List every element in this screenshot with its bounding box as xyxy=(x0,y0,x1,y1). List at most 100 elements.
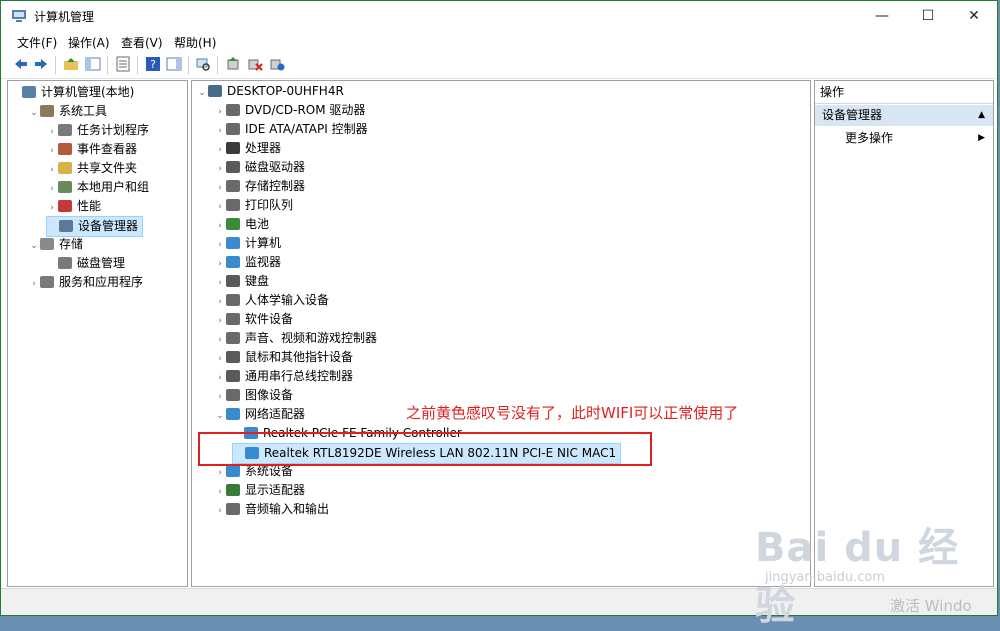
device-tree-label: 显示适配器 xyxy=(245,483,306,497)
scan-hardware-icon[interactable] xyxy=(195,56,211,72)
battery-icon xyxy=(226,218,240,230)
toolbar: ? xyxy=(1,52,997,79)
nav-tree-row[interactable]: 磁盘管理 xyxy=(46,254,125,273)
navigation-tree-pane[interactable]: 计算机管理(本地) ⌄ 系统工具 › 任务计划程序 › 事件查看器 › 共享文件夹 › 本地用户和组… xyxy=(7,80,188,587)
keyboard-icon xyxy=(226,275,240,287)
forward-arrow-icon[interactable] xyxy=(33,56,49,72)
computer-management-icon xyxy=(12,10,26,22)
monitor-icon xyxy=(226,237,240,249)
device-tree-row[interactable]: › DVD/CD-ROM 驱动器 xyxy=(214,101,365,120)
hid-icon xyxy=(226,294,240,306)
device-tree-row[interactable]: › IDE ATA/ATAPI 控制器 xyxy=(214,120,368,139)
device-tree-label: 磁盘驱动器 xyxy=(245,160,306,174)
device-tree-row[interactable]: › 打印队列 xyxy=(214,196,293,215)
toolbar-separator xyxy=(107,56,108,74)
menu-view[interactable]: 查看(V) xyxy=(121,34,163,51)
device-tree-label: 电池 xyxy=(245,217,270,231)
actions-section-device-manager[interactable]: 设备管理器 ▲ xyxy=(815,105,993,126)
maximize-button[interactable]: ☐ xyxy=(905,1,951,31)
toolbar-separator xyxy=(55,56,56,74)
device-tree-row[interactable]: › 通用串行总线控制器 xyxy=(214,367,353,386)
users-icon xyxy=(58,181,72,193)
device-tree-label: 图像设备 xyxy=(245,388,294,402)
device-tree-row[interactable]: ⌄ 网络适配器 xyxy=(214,405,305,424)
audio-icon xyxy=(226,503,240,515)
device-manager-icon xyxy=(59,220,73,232)
close-button[interactable]: ✕ xyxy=(951,1,997,31)
expanded-chevron-icon[interactable]: ⌄ xyxy=(28,237,40,256)
collapse-up-icon[interactable]: ▲ xyxy=(978,105,985,126)
device-tree-row[interactable]: › 人体学输入设备 xyxy=(214,291,329,310)
device-tree-pane[interactable]: ⌄ DESKTOP-0UHFH4R › DVD/CD-ROM 驱动器 › IDE ATA/… xyxy=(191,80,811,587)
device-tree-row[interactable]: › 声音、视频和游戏控制器 xyxy=(214,329,377,348)
expanded-chevron-icon[interactable]: ⌄ xyxy=(28,104,40,123)
device-tree-row[interactable]: › 图像设备 xyxy=(214,386,293,405)
activate-windows-watermark: 激活 Windo xyxy=(890,597,972,615)
device-tree-label: DESKTOP-0UHFH4R xyxy=(227,84,344,98)
device-tree-label: 网络适配器 xyxy=(245,407,306,421)
action-pane-icon[interactable] xyxy=(166,56,182,72)
nav-tree-label: 系统工具 xyxy=(59,104,108,118)
nav-tree-label: 共享文件夹 xyxy=(77,161,138,175)
nav-tree-label: 计算机管理(本地) xyxy=(41,85,135,99)
nav-tree-row[interactable]: › 性能 xyxy=(46,197,101,216)
submenu-right-icon: ▶ xyxy=(978,133,985,143)
nav-tree-label: 磁盘管理 xyxy=(77,256,126,270)
nav-tree-row[interactable]: › 事件查看器 xyxy=(46,140,137,159)
nav-tree-row[interactable]: › 任务计划程序 xyxy=(46,121,149,140)
device-tree-label: 音频输入和输出 xyxy=(245,502,330,516)
camera-icon xyxy=(226,389,240,401)
device-tree-row[interactable]: › 键盘 xyxy=(214,272,269,291)
device-tree-row[interactable]: › 磁盘驱动器 xyxy=(214,158,305,177)
nav-tree-row[interactable]: › 本地用户和组 xyxy=(46,178,149,197)
properties-icon[interactable] xyxy=(115,56,131,72)
device-tree-label: 打印队列 xyxy=(245,198,294,212)
nav-tree-row[interactable]: › 服务和应用程序 xyxy=(28,273,143,292)
nav-tree-row[interactable]: 设备管理器 xyxy=(46,216,144,237)
toolbar-separator xyxy=(137,56,138,74)
device-tree-label: 软件设备 xyxy=(245,312,294,326)
storage-controller-icon xyxy=(226,180,240,192)
uninstall-device-icon[interactable] xyxy=(247,56,263,72)
device-tree-row[interactable]: › 鼠标和其他指针设备 xyxy=(214,348,353,367)
device-tree-row[interactable]: › 计算机 xyxy=(214,234,281,253)
title-bar: 计算机管理 — ☐ ✕ xyxy=(1,1,997,31)
device-tree-row[interactable]: ⌄ DESKTOP-0UHFH4R xyxy=(196,82,344,101)
storage-icon xyxy=(40,238,54,250)
minimize-button[interactable]: — xyxy=(859,1,905,31)
more-actions-item[interactable]: 更多操作 ▶ xyxy=(815,128,993,148)
collapsed-chevron-icon[interactable]: › xyxy=(214,502,226,521)
help-icon[interactable]: ? xyxy=(145,56,161,72)
show-hide-tree-icon[interactable] xyxy=(85,56,101,72)
expanded-chevron-icon[interactable]: ⌄ xyxy=(196,84,208,103)
back-arrow-icon[interactable] xyxy=(13,56,29,72)
nav-tree-row[interactable]: › 共享文件夹 xyxy=(46,159,137,178)
display-icon xyxy=(226,256,240,268)
disk-drive-icon xyxy=(226,161,240,173)
device-tree-row[interactable]: › 软件设备 xyxy=(214,310,293,329)
nav-tree-row[interactable]: 计算机管理(本地) xyxy=(10,83,134,102)
menu-file[interactable]: 文件(F) xyxy=(17,34,57,51)
software-device-icon xyxy=(226,313,240,325)
toolbar-separator xyxy=(217,56,218,74)
more-actions-label: 更多操作 xyxy=(845,131,894,145)
device-tree-row[interactable]: › 显示适配器 xyxy=(214,481,305,500)
nav-tree-label: 设备管理器 xyxy=(78,219,139,233)
nav-tree-row[interactable]: ⌄ 存储 xyxy=(28,235,83,254)
update-driver-icon[interactable] xyxy=(225,56,241,72)
device-tree-label: IDE ATA/ATAPI 控制器 xyxy=(245,122,368,136)
expanded-chevron-icon[interactable]: ⌄ xyxy=(214,407,226,426)
mouse-icon xyxy=(226,351,240,363)
enable-device-icon[interactable] xyxy=(269,56,285,72)
device-tree-row[interactable]: › 音频输入和输出 xyxy=(214,500,329,519)
device-tree-row[interactable]: › 监视器 xyxy=(214,253,281,272)
device-tree-row[interactable]: › 处理器 xyxy=(214,139,281,158)
nav-tree-label: 存储 xyxy=(59,237,84,251)
device-tree-row[interactable]: › 电池 xyxy=(214,215,269,234)
up-folder-icon[interactable] xyxy=(63,56,79,72)
device-tree-row[interactable]: › 存储控制器 xyxy=(214,177,305,196)
nav-tree-row[interactable]: ⌄ 系统工具 xyxy=(28,102,107,121)
menu-action[interactable]: 操作(A) xyxy=(68,34,110,51)
menu-help[interactable]: 帮助(H) xyxy=(174,34,216,51)
collapsed-chevron-icon[interactable]: › xyxy=(28,275,40,294)
